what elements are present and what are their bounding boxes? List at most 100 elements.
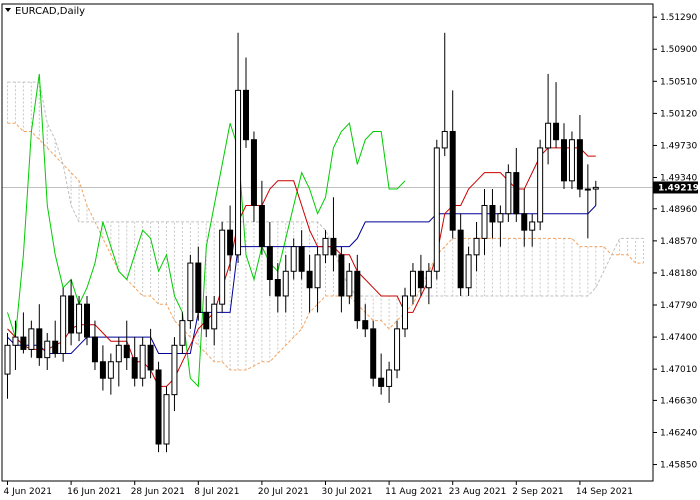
- candle-body: [179, 320, 186, 346]
- candle: [195, 246, 202, 321]
- candle-body: [266, 246, 273, 281]
- candle-body: [258, 204, 265, 248]
- candle-body: [370, 328, 377, 379]
- candle-body: [76, 303, 83, 334]
- candle: [266, 221, 273, 296]
- y-tick-label: 1.49730: [660, 141, 697, 151]
- candle: [473, 221, 480, 272]
- candle: [338, 246, 345, 313]
- candle: [592, 180, 599, 206]
- candle-body: [84, 303, 90, 338]
- candle-body: [346, 270, 353, 297]
- candle-body: [60, 295, 67, 355]
- candle: [545, 73, 552, 165]
- candle-body: [282, 270, 289, 297]
- candle: [298, 230, 305, 280]
- candle-body: [537, 147, 544, 223]
- candle-body: [107, 361, 114, 379]
- candle: [60, 287, 67, 362]
- candle: [99, 345, 106, 391]
- candle-body: [68, 295, 75, 334]
- y-tick-label: 1.45850: [660, 461, 697, 471]
- candle-body: [147, 344, 154, 371]
- x-tick-label: 8 Jul 2021: [194, 487, 239, 497]
- candle-body: [243, 89, 249, 141]
- chikou-span-line: [7, 73, 406, 388]
- candle: [290, 238, 297, 280]
- candle: [282, 254, 289, 313]
- candle-body: [378, 377, 385, 387]
- candle: [179, 312, 186, 354]
- candle: [354, 254, 361, 329]
- candle: [155, 361, 162, 453]
- y-tick-label: 1.48570: [660, 237, 697, 247]
- price-axis: 1.512901.509001.505101.501201.497301.493…: [653, 13, 697, 471]
- candle: [211, 295, 218, 346]
- candle: [537, 139, 544, 231]
- candle: [513, 147, 520, 222]
- candle: [44, 332, 51, 370]
- candle-body: [386, 369, 393, 387]
- candle: [553, 82, 560, 148]
- candle: [12, 320, 19, 370]
- x-tick-label: 30 Jul 2021: [322, 487, 373, 497]
- candle: [203, 295, 210, 338]
- candle-body: [4, 344, 11, 375]
- x-tick-label: 4 Jun 2021: [4, 487, 52, 497]
- candle-body: [139, 344, 146, 379]
- y-tick-label: 1.50120: [660, 109, 697, 119]
- x-tick-label: 20 Jul 2021: [258, 487, 309, 497]
- candle: [449, 90, 456, 239]
- candle: [52, 320, 59, 358]
- current-price-label: 1.49219: [658, 183, 699, 193]
- candle-body: [362, 320, 369, 330]
- y-tick-label: 1.48180: [660, 269, 697, 279]
- candle-body: [354, 270, 361, 322]
- candle-body: [131, 357, 138, 379]
- candle-body: [521, 213, 528, 231]
- candle-body: [322, 237, 329, 256]
- candle: [505, 164, 512, 222]
- y-tick-label: 1.50900: [660, 45, 697, 55]
- chart-title-text: EURCAD,Daily: [15, 6, 85, 17]
- y-tick-label: 1.47790: [660, 301, 697, 311]
- candle: [497, 205, 504, 247]
- candle: [306, 254, 313, 313]
- candle-body: [576, 139, 583, 190]
- candle-body: [505, 172, 512, 215]
- candle: [402, 287, 408, 338]
- candle: [4, 332, 11, 399]
- candle: [258, 180, 265, 255]
- candle-body: [513, 172, 520, 215]
- candle: [378, 353, 385, 395]
- candle: [115, 337, 122, 387]
- y-tick-label: 1.51290: [660, 13, 697, 23]
- y-tick-label: 1.48960: [660, 205, 697, 215]
- chart-title[interactable]: EURCAD,Daily: [5, 6, 85, 17]
- x-tick-label: 11 Aug 2021: [385, 487, 443, 497]
- candle: [568, 131, 575, 190]
- candle-body: [195, 262, 202, 313]
- candle-body: [561, 139, 567, 182]
- x-tick-label: 2 Sep 2021: [512, 487, 563, 497]
- candle: [481, 189, 488, 255]
- candle-body: [306, 270, 313, 289]
- candle: [441, 32, 448, 157]
- candle-body: [568, 139, 575, 182]
- candle: [433, 139, 440, 280]
- candle-body: [497, 213, 504, 223]
- candle: [171, 337, 178, 412]
- candle-body: [290, 246, 297, 272]
- candle-body: [481, 204, 488, 239]
- candle-body: [52, 340, 59, 355]
- current-price-badge: 1.49219: [653, 181, 699, 194]
- candle: [370, 320, 377, 387]
- candle: [147, 328, 154, 379]
- candle: [386, 361, 393, 403]
- candle-body: [171, 344, 178, 396]
- y-tick-label: 1.46240: [660, 428, 697, 438]
- candle-body: [553, 122, 560, 141]
- dropdown-triangle-icon[interactable]: [5, 8, 11, 12]
- candle: [36, 304, 43, 366]
- candle-body: [163, 394, 170, 445]
